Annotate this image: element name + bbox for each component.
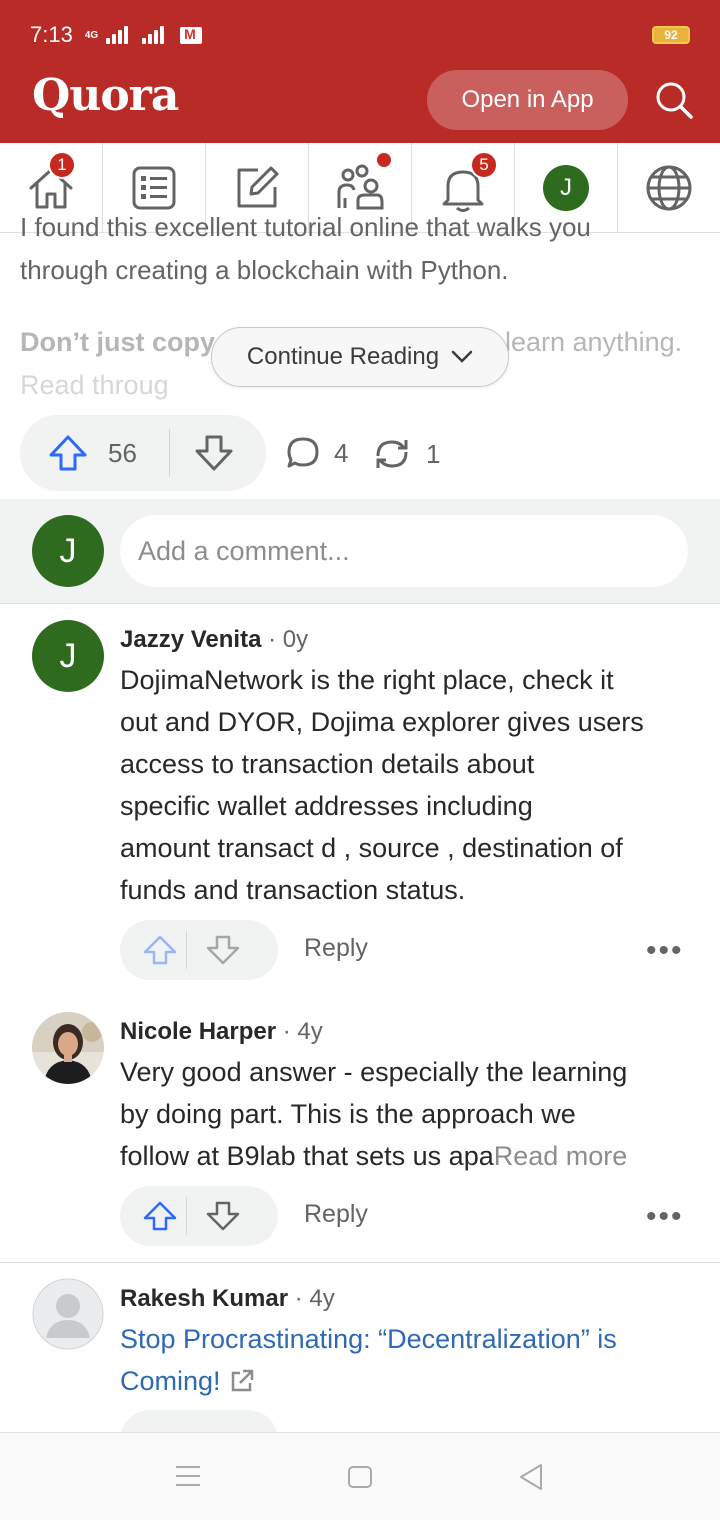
share-button[interactable]: 1: [372, 436, 440, 472]
reshare-icon: [376, 440, 408, 468]
home-badge: 1: [48, 151, 76, 179]
comment-line: specific wallet addresses including: [120, 791, 533, 821]
menu-icon[interactable]: [175, 1465, 201, 1487]
comment-line: by doing part. This is the approach we: [120, 1099, 576, 1129]
app-header: 7:13 4G 92 Quora Open in App: [0, 0, 720, 143]
profile-avatar: J: [543, 164, 589, 211]
status-time: 7:13: [30, 22, 73, 47]
signal-icon: [106, 26, 129, 44]
comment-divider: [0, 1262, 720, 1263]
back-icon[interactable]: [518, 1463, 544, 1491]
home-square-icon[interactable]: [347, 1465, 373, 1489]
downvote-icon[interactable]: [194, 434, 234, 472]
downvote-icon[interactable]: [205, 934, 241, 966]
reply-button[interactable]: Reply: [304, 1200, 368, 1229]
read-more-link[interactable]: Read more: [494, 1141, 628, 1171]
vote-pill: 56: [20, 415, 266, 491]
upvote-count: 56: [108, 437, 137, 468]
comment-author[interactable]: Rakesh Kumar: [120, 1285, 288, 1312]
quora-logo[interactable]: Quora: [32, 70, 179, 121]
comment-icon: [287, 437, 319, 468]
comment-line: amount transact d , source , destination…: [120, 833, 623, 863]
nav-language[interactable]: [618, 143, 720, 232]
comment-link-line-wrap: Coming!: [120, 1360, 695, 1402]
share-count: 1: [426, 438, 441, 469]
chevron-down-icon: [451, 350, 473, 363]
comment-line: Very good answer - especially the learni…: [120, 1057, 628, 1087]
notifications-badge: 5: [470, 151, 498, 179]
comment-vote-pill: [120, 1186, 278, 1246]
reply-button[interactable]: Reply: [304, 934, 368, 963]
comment-link[interactable]: Stop Procrastinating: “Decentralization”…: [120, 1318, 695, 1402]
add-comment-input[interactable]: [120, 515, 688, 587]
comment-body: DojimaNetwork is the right place, check …: [120, 659, 695, 911]
commenter-photo[interactable]: [32, 1012, 104, 1084]
external-link-icon: [231, 1369, 253, 1392]
user-avatar: J: [32, 515, 104, 587]
commenter-default-avatar[interactable]: [32, 1278, 104, 1350]
battery-icon: 92: [652, 26, 690, 44]
vote-divider: [186, 931, 187, 969]
answer-faded-text: Don’t just copy: [20, 327, 215, 357]
upvote-icon[interactable]: [142, 1200, 178, 1232]
commenter-avatar[interactable]: J: [32, 620, 104, 692]
comment-header: Nicole Harper · 4y: [120, 1018, 323, 1046]
list-icon: [132, 166, 176, 209]
comments-button[interactable]: 4: [286, 436, 348, 470]
comment-line: funds and transaction status.: [120, 875, 466, 905]
comment-link-line: Coming!: [120, 1366, 221, 1396]
comment-header: Rakesh Kumar · 4y: [120, 1285, 335, 1313]
answer-text-line: through creating a blockchain with Pytho…: [20, 255, 509, 285]
comment-count: 4: [334, 437, 349, 468]
more-options-button[interactable]: •••: [646, 1200, 684, 1234]
globe-icon: [646, 165, 692, 210]
search-icon[interactable]: [652, 78, 696, 122]
gmail-icon: [180, 26, 203, 44]
comment-author[interactable]: Jazzy Venita: [120, 626, 261, 653]
signal-icon-2: [142, 26, 165, 44]
downvote-icon[interactable]: [205, 1200, 241, 1232]
pencil-icon: [237, 166, 279, 207]
comment-link-line: Stop Procrastinating: “Decentralization”…: [120, 1324, 617, 1354]
comment-line: out and DYOR, Dojima explorer gives user…: [120, 707, 644, 737]
comment-line-truncated: follow at B9lab that sets us apaRead mor…: [120, 1135, 695, 1177]
network-type: 4G: [84, 29, 99, 41]
more-options-button[interactable]: •••: [646, 934, 684, 968]
comment-line: DojimaNetwork is the right place, check …: [120, 665, 614, 695]
comment-body: Very good answer - especially the learni…: [120, 1051, 695, 1177]
comment-vote-pill: [120, 920, 278, 980]
open-in-app-button[interactable]: Open in App: [427, 70, 628, 130]
upvote-icon[interactable]: [48, 434, 88, 472]
answer-faded-text: learn anything.: [505, 327, 683, 357]
answer-text-line: I found this excellent tutorial online t…: [20, 212, 591, 242]
comment-line: access to transaction details about: [120, 749, 535, 779]
spaces-dot: [377, 153, 391, 167]
system-nav-bar: [0, 1432, 720, 1520]
vote-divider: [168, 429, 170, 477]
vote-divider: [186, 1197, 187, 1235]
continue-reading-button[interactable]: Continue Reading: [211, 327, 509, 387]
comment-time: · 0y: [261, 626, 309, 653]
comment-time: · 4y: [276, 1018, 323, 1045]
add-comment-section: J: [0, 499, 720, 604]
answer-faded-text: Read throug: [20, 370, 169, 400]
comment-time: · 4y: [288, 1285, 335, 1312]
upvote-icon[interactable]: [142, 934, 178, 966]
continue-reading-label: Continue Reading: [246, 343, 440, 370]
comment-line: follow at B9lab that sets us apa: [120, 1141, 494, 1171]
comment-header: Jazzy Venita · 0y: [120, 626, 308, 654]
comment-author[interactable]: Nicole Harper: [120, 1018, 276, 1045]
status-bar: 7:13 4G: [30, 22, 203, 48]
people-icon: [337, 164, 384, 209]
